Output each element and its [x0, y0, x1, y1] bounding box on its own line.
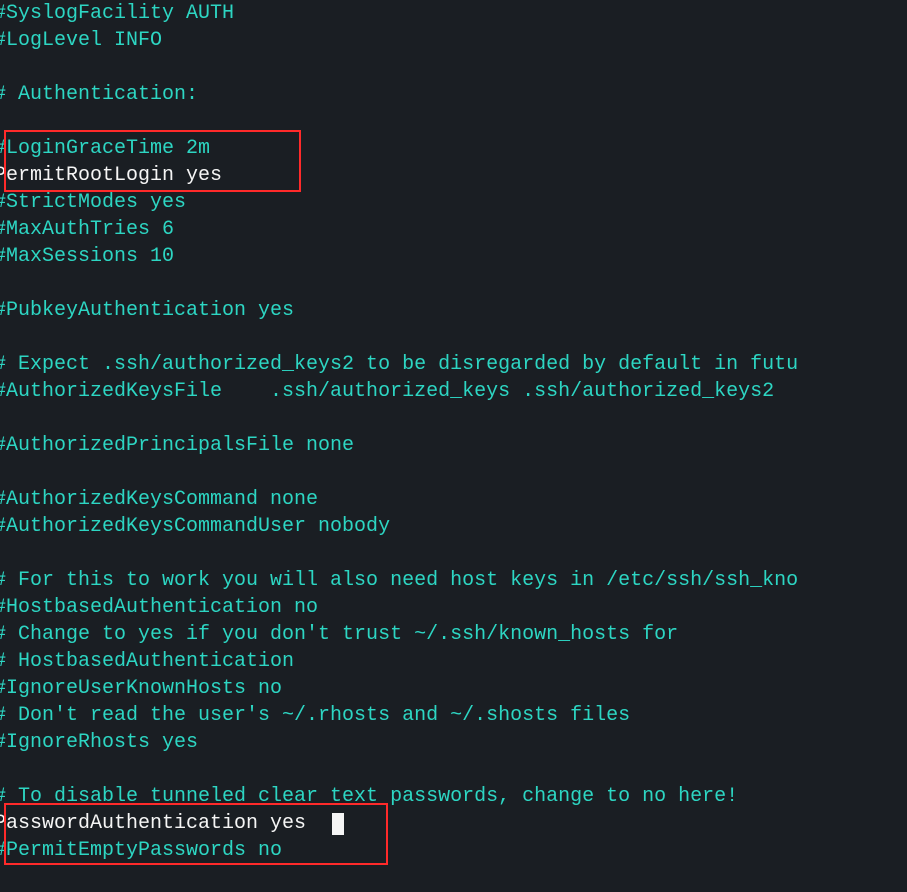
config-line: # To disable tunneled clear text passwor…	[0, 783, 738, 810]
config-line: #PubkeyAuthentication yes	[0, 297, 294, 324]
config-line: #AuthorizedKeysFile .ssh/authorized_keys…	[0, 378, 774, 405]
config-line: PermitRootLogin yes	[0, 162, 222, 189]
config-line: #AuthorizedKeysCommandUser nobody	[0, 513, 390, 540]
config-line: # Change to yes if you don't trust ~/.ss…	[0, 621, 678, 648]
config-line: #MaxAuthTries 6	[0, 216, 174, 243]
config-line: #LoginGraceTime 2m	[0, 135, 210, 162]
config-line: #HostbasedAuthentication no	[0, 594, 318, 621]
config-line: # Authentication:	[0, 81, 198, 108]
config-line: # Don't read the user's ~/.rhosts and ~/…	[0, 702, 630, 729]
config-line: PasswordAuthentication yes	[0, 810, 306, 837]
config-line: #AuthorizedPrincipalsFile none	[0, 432, 354, 459]
terminal[interactable]: #SyslogFacility AUTH#LogLevel INFO # Auth…	[0, 0, 907, 892]
config-line: #PermitEmptyPasswords no	[0, 837, 282, 864]
config-line: # For this to work you will also need ho…	[0, 567, 798, 594]
config-line: #AuthorizedKeysCommand none	[0, 486, 318, 513]
config-line: #StrictModes yes	[0, 189, 186, 216]
text-cursor	[332, 813, 344, 835]
config-line: #IgnoreRhosts yes	[0, 729, 198, 756]
config-line: #SyslogFacility AUTH	[0, 0, 234, 27]
config-line: #MaxSessions 10	[0, 243, 174, 270]
config-line: #LogLevel INFO	[0, 27, 162, 54]
config-line: #IgnoreUserKnownHosts no	[0, 675, 282, 702]
config-line: # Expect .ssh/authorized_keys2 to be dis…	[0, 351, 798, 378]
config-line: # HostbasedAuthentication	[0, 648, 294, 675]
